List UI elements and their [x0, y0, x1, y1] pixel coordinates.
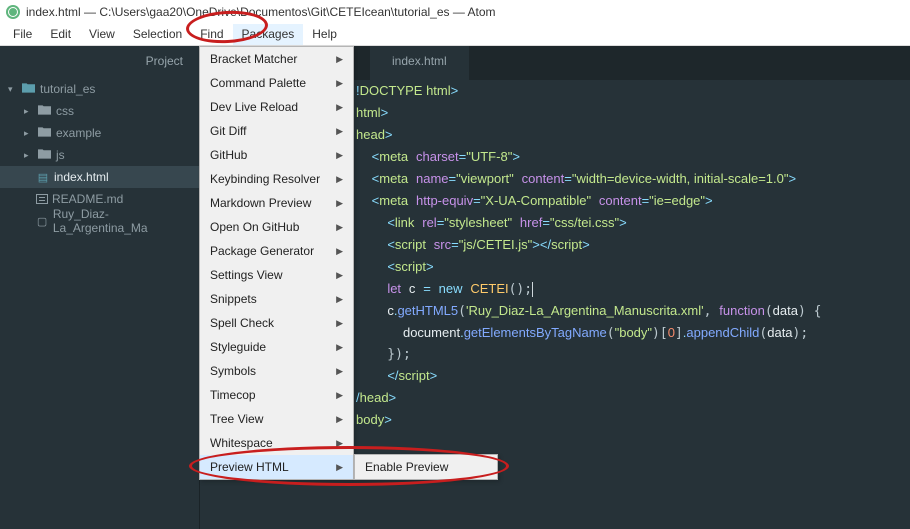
tree-label: index.html	[54, 170, 109, 184]
pkg-git-diff[interactable]: Git Diff▶	[200, 119, 353, 143]
chevron-right-icon: ▶	[336, 222, 343, 233]
pkg-keybinding-resolver[interactable]: Keybinding Resolver▶	[200, 167, 353, 191]
chevron-right-icon: ▶	[336, 54, 343, 65]
project-header: Project	[0, 46, 199, 78]
menu-selection[interactable]: Selection	[124, 24, 191, 45]
file-icon: ▢	[35, 215, 49, 228]
html-file-icon: ▤	[36, 171, 50, 184]
chevron-right-icon: ▶	[336, 126, 343, 137]
pkg-markdown-preview[interactable]: Markdown Preview▶	[200, 191, 353, 215]
chevron-right-icon: ▶	[336, 150, 343, 161]
pkg-preview-html[interactable]: Preview HTML▶	[200, 455, 353, 479]
chevron-right-icon: ▸	[24, 106, 34, 117]
chevron-right-icon: ▶	[336, 462, 343, 473]
pkg-dev-live-reload[interactable]: Dev Live Reload▶	[200, 95, 353, 119]
chevron-right-icon: ▶	[336, 78, 343, 89]
chevron-right-icon: ▶	[336, 246, 343, 257]
chevron-down-icon: ▾	[8, 84, 18, 95]
chevron-right-icon: ▶	[336, 342, 343, 353]
tree-root[interactable]: ▾ tutorial_es	[0, 78, 199, 100]
pkg-bracket-matcher[interactable]: Bracket Matcher▶	[200, 47, 353, 71]
packages-dropdown: Bracket Matcher▶ Command Palette▶ Dev Li…	[199, 46, 354, 480]
project-panel: Project ▾ tutorial_es ▸ css ▸ example	[0, 46, 200, 529]
atom-logo-icon	[6, 5, 20, 19]
chevron-right-icon: ▶	[336, 390, 343, 401]
tree-folder-css[interactable]: ▸ css	[0, 100, 199, 122]
pkg-settings-view[interactable]: Settings View▶	[200, 263, 353, 287]
chevron-right-icon: ▶	[336, 438, 343, 449]
menu-edit[interactable]: Edit	[41, 24, 80, 45]
menu-help[interactable]: Help	[303, 24, 346, 45]
menu-find[interactable]: Find	[191, 24, 232, 45]
folder-icon	[38, 104, 52, 118]
tree-file-index[interactable]: ▤ index.html	[0, 166, 199, 188]
tree-label: tutorial_es	[40, 82, 95, 96]
titlebar: index.html — C:\Users\gaa20\OneDrive\Doc…	[0, 0, 910, 24]
menu-view[interactable]: View	[80, 24, 124, 45]
pkg-timecop[interactable]: Timecop▶	[200, 383, 353, 407]
chevron-right-icon: ▶	[336, 198, 343, 209]
pkg-github[interactable]: GitHub▶	[200, 143, 353, 167]
chevron-right-icon: ▶	[336, 102, 343, 113]
pkg-tree-view[interactable]: Tree View▶	[200, 407, 353, 431]
window-title: index.html — C:\Users\gaa20\OneDrive\Doc…	[26, 5, 496, 19]
chevron-right-icon: ▶	[336, 294, 343, 305]
folder-icon	[38, 148, 52, 162]
enable-preview[interactable]: Enable Preview	[355, 455, 497, 479]
pkg-command-palette[interactable]: Command Palette▶	[200, 71, 353, 95]
tree-label: js	[56, 148, 65, 162]
chevron-right-icon: ▸	[24, 128, 34, 139]
tree-folder-js[interactable]: ▸ js	[0, 144, 199, 166]
folder-icon	[38, 126, 52, 140]
chevron-right-icon: ▶	[336, 414, 343, 425]
chevron-right-icon: ▸	[24, 150, 34, 161]
tree-label: Ruy_Diaz-La_Argentina_Ma	[53, 207, 199, 235]
pkg-symbols[interactable]: Symbols▶	[200, 359, 353, 383]
chevron-right-icon: ▶	[336, 174, 343, 185]
pkg-open-on-github[interactable]: Open On GitHub▶	[200, 215, 353, 239]
pkg-styleguide[interactable]: Styleguide▶	[200, 335, 353, 359]
menubar: File Edit View Selection Find Packages H…	[0, 24, 910, 46]
pkg-package-generator[interactable]: Package Generator▶	[200, 239, 353, 263]
folder-icon	[22, 82, 36, 96]
tree-label: example	[56, 126, 101, 140]
chevron-right-icon: ▶	[336, 270, 343, 281]
preview-html-submenu: Enable Preview	[354, 454, 498, 480]
menu-packages[interactable]: Packages	[233, 24, 304, 45]
chevron-right-icon: ▶	[336, 366, 343, 377]
tree-file-xml[interactable]: ▢ Ruy_Diaz-La_Argentina_Ma	[0, 210, 199, 232]
tab-index[interactable]: index.html	[370, 46, 469, 80]
tree-label: css	[56, 104, 74, 118]
readme-file-icon	[36, 194, 48, 204]
pkg-spell-check[interactable]: Spell Check▶	[200, 311, 353, 335]
tree-folder-example[interactable]: ▸ example	[0, 122, 199, 144]
file-tree: ▾ tutorial_es ▸ css ▸ example ▸ js	[0, 78, 199, 232]
chevron-right-icon: ▶	[336, 318, 343, 329]
menu-file[interactable]: File	[4, 24, 41, 45]
pkg-snippets[interactable]: Snippets▶	[200, 287, 353, 311]
tree-label: README.md	[52, 192, 123, 206]
pkg-whitespace[interactable]: Whitespace▶	[200, 431, 353, 455]
